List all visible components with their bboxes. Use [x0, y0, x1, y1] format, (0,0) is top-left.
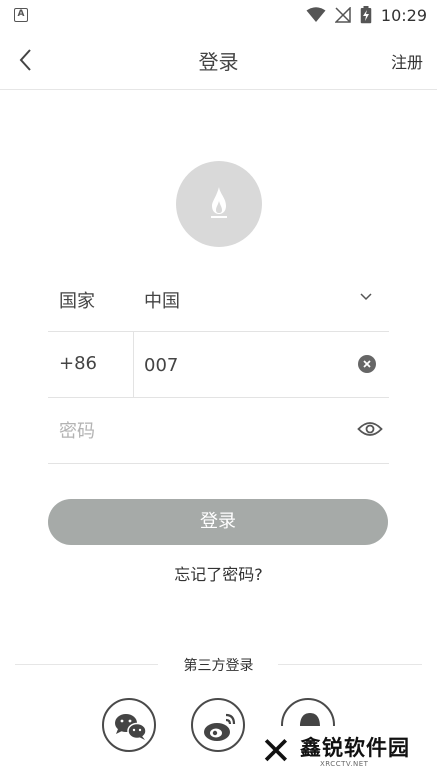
- wechat-login-button[interactable]: [102, 698, 156, 752]
- status-icons: 10:29: [306, 4, 427, 26]
- forgot-password-link[interactable]: 忘记了密码?: [0, 561, 437, 585]
- wechat-icon: [115, 714, 147, 740]
- app-notification-icon: A: [14, 8, 28, 22]
- phone-country-code[interactable]: +86: [59, 353, 97, 374]
- third-party-title: 第三方登录: [183, 658, 254, 674]
- password-input[interactable]: [59, 417, 319, 445]
- country-value: 中国: [144, 291, 180, 312]
- status-bar: A 10:29: [0, 0, 437, 30]
- third-party-section: 第三方登录: [0, 653, 437, 675]
- password-row: [48, 398, 389, 464]
- flame-icon: [211, 187, 227, 218]
- register-link[interactable]: 注册: [391, 49, 423, 73]
- wifi-icon: [306, 7, 326, 22]
- divider: [278, 664, 422, 665]
- chevron-down-icon[interactable]: [359, 292, 373, 302]
- phone-row: +86: [48, 332, 389, 398]
- watermark-logo: ✕ 鑫锐软件园 XRCCTV.NET: [258, 726, 434, 774]
- phone-input[interactable]: [144, 351, 344, 379]
- battery-charging-icon: [360, 6, 372, 24]
- page-title: 登录: [198, 50, 239, 74]
- clear-circle-icon[interactable]: [358, 355, 376, 373]
- clock: 10:29: [380, 5, 427, 25]
- watermark-x-icon: ✕: [260, 729, 292, 773]
- weibo-icon: [204, 713, 236, 741]
- avatar: [176, 161, 262, 247]
- app-header: 登录 注册: [0, 30, 437, 90]
- eye-icon[interactable]: [357, 419, 383, 439]
- login-button[interactable]: 登录: [48, 499, 388, 545]
- watermark-site: XRCCTV.NET: [320, 760, 369, 768]
- signal-off-icon: [334, 7, 351, 23]
- weibo-login-button[interactable]: [191, 698, 245, 752]
- watermark-brand: 鑫锐软件园: [300, 736, 410, 760]
- country-selector[interactable]: 国家 中国: [48, 266, 389, 332]
- divider: [133, 332, 134, 398]
- country-label: 国家: [59, 291, 95, 312]
